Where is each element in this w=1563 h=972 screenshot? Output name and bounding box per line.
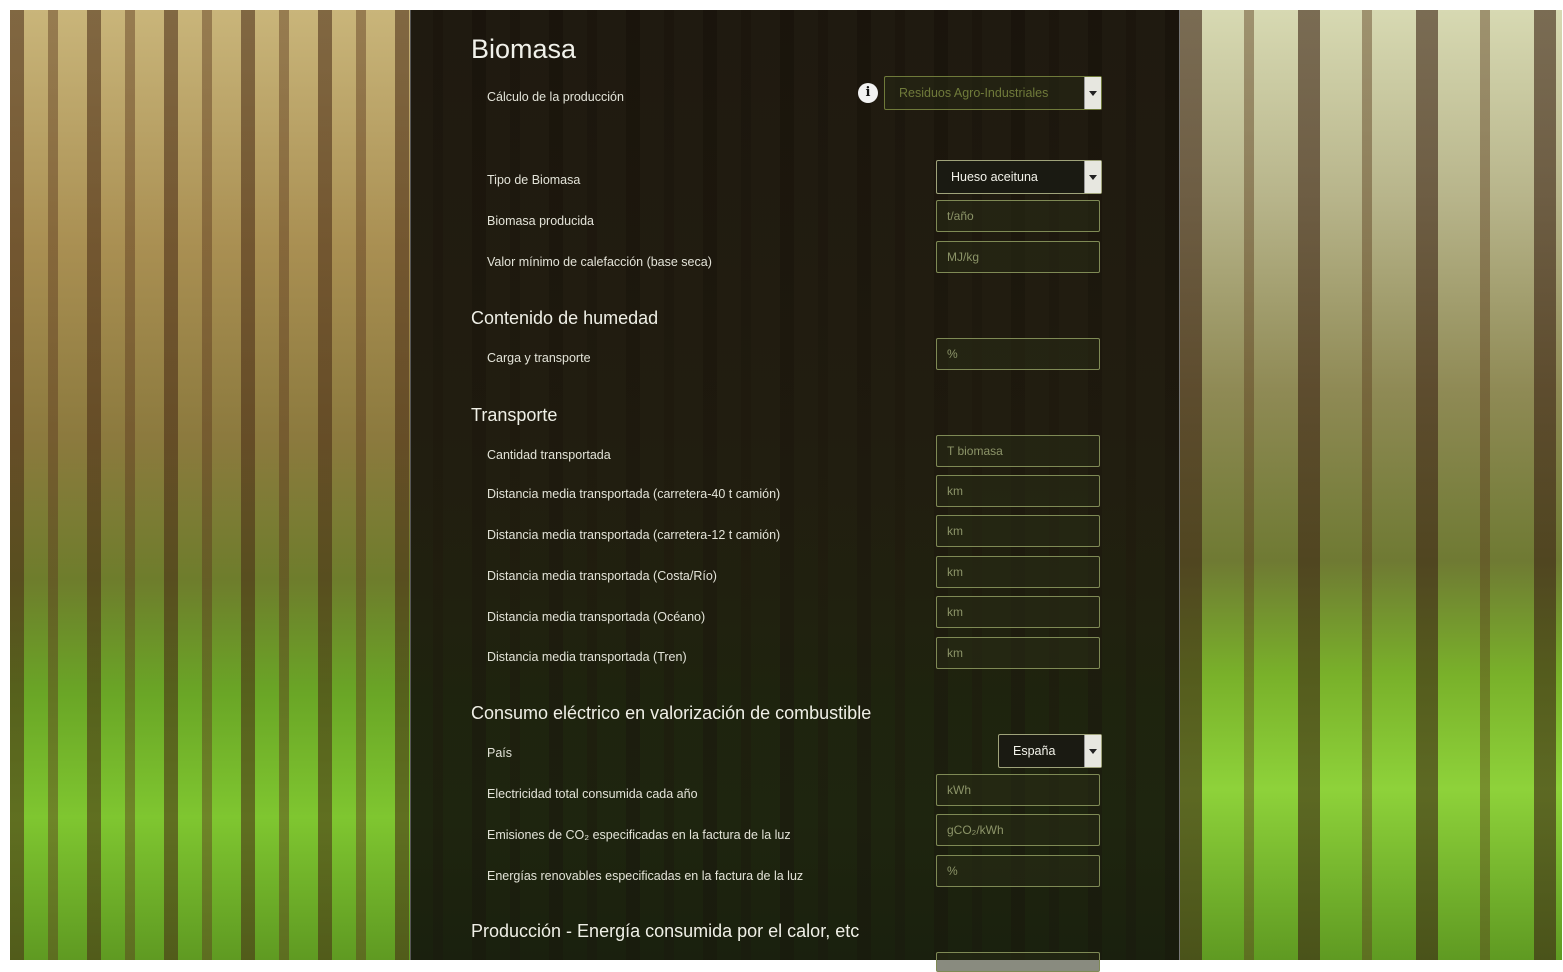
distancia-carretera-12-input[interactable]: [936, 515, 1100, 547]
tipo-biomasa-value: Hueso aceituna: [951, 170, 1038, 184]
produccion-input[interactable]: [936, 952, 1100, 972]
tipo-biomasa-label: Tipo de Biomasa: [487, 173, 581, 187]
produccion-heading: Producción - Energía consumida por el ca…: [471, 921, 860, 941]
cantidad-transportada-input[interactable]: [936, 435, 1100, 467]
consumo-label: Emisiones de CO₂ especificadas en la fac…: [487, 828, 791, 842]
consumo-label: Electricidad total consumida cada año: [487, 787, 698, 801]
carga-transporte-input[interactable]: [936, 338, 1100, 370]
distancia-carretera-40-input[interactable]: [936, 475, 1100, 507]
transporte-label: Distancia media transportada (carretera-…: [487, 528, 781, 542]
transporte-label: Distancia media transportada (Costa/Río): [487, 569, 717, 583]
info-icon[interactable]: i: [858, 83, 878, 103]
energias-renovables-input[interactable]: [936, 855, 1100, 887]
chevron-down-icon[interactable]: [1084, 77, 1101, 109]
emisiones-co2-input[interactable]: [936, 814, 1100, 846]
calculo-select[interactable]: Residuos Agro-Industriales: [884, 76, 1102, 110]
chevron-down-icon[interactable]: [1084, 735, 1101, 767]
biomasa-producida-input[interactable]: [936, 200, 1100, 232]
transporte-label: Distancia media transportada (carretera-…: [487, 487, 781, 501]
page-title: Biomasa: [471, 34, 577, 64]
biomasa-producida-label: Biomasa producida: [487, 214, 595, 228]
distancia-costa-rio-input[interactable]: [936, 556, 1100, 588]
tipo-biomasa-select[interactable]: Hueso aceituna: [936, 160, 1102, 194]
humedad-heading: Contenido de humedad: [471, 308, 659, 328]
pais-value: España: [1013, 744, 1056, 758]
valor-minimo-input[interactable]: [936, 241, 1100, 273]
forest-background-right: [1180, 10, 1562, 960]
valor-minimo-label: Valor mínimo de calefacción (base seca): [487, 255, 712, 269]
transporte-label: Distancia media transportada (Tren): [487, 650, 687, 664]
consumo-heading: Consumo eléctrico en valorización de com…: [471, 703, 872, 723]
carga-transporte-label: Carga y transporte: [487, 351, 591, 365]
transporte-heading: Transporte: [471, 405, 558, 425]
consumo-label: Energías renovables especificadas en la …: [487, 869, 804, 883]
distancia-tren-input[interactable]: [936, 637, 1100, 669]
pais-label: País: [487, 746, 513, 760]
calculo-label: Cálculo de la producción: [487, 90, 624, 104]
transporte-label: Distancia media transportada (Océano): [487, 610, 706, 624]
electricidad-total-input[interactable]: [936, 774, 1100, 806]
pais-select[interactable]: España: [998, 734, 1102, 768]
biomasa-form-panel: Biomasa Cálculo de la producción i Resid…: [410, 10, 1180, 972]
calculo-select-value: Residuos Agro-Industriales: [899, 86, 1049, 100]
chevron-down-icon[interactable]: [1084, 161, 1101, 193]
transporte-label: Cantidad transportada: [487, 448, 611, 462]
distancia-oceano-input[interactable]: [936, 596, 1100, 628]
